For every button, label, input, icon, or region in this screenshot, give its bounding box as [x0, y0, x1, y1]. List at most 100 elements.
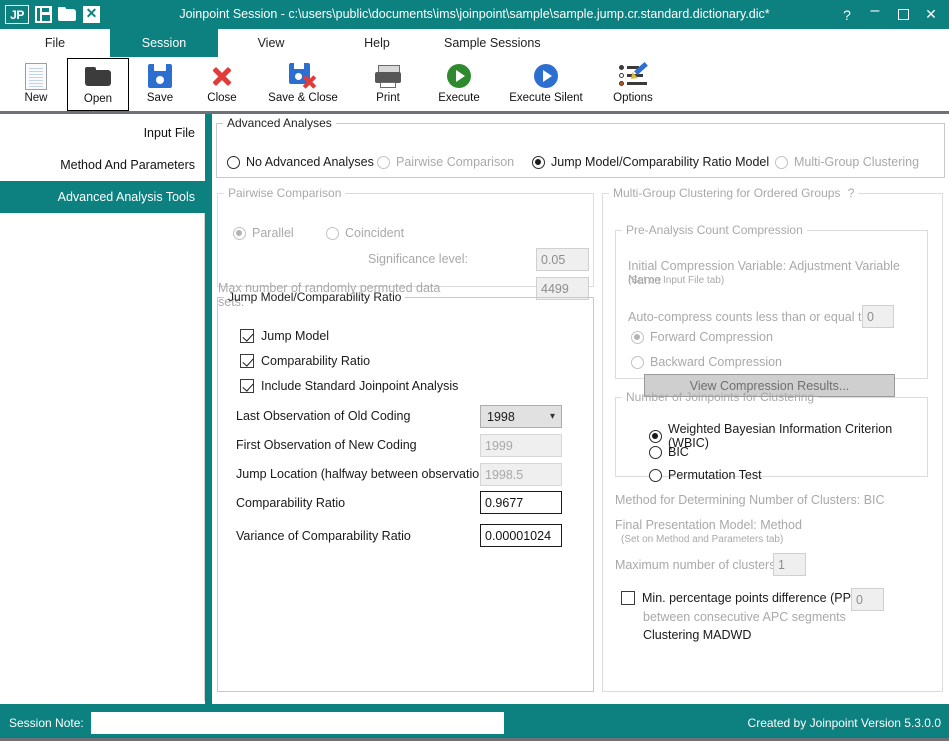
- sidebar-item-advanced-analysis-tools[interactable]: Advanced Analysis Tools: [0, 181, 205, 213]
- radio-jump-model-comparability-ratio-model[interactable]: Jump Model/Comparability Ratio Model: [532, 155, 775, 169]
- last-observation-old-coding-dropdown[interactable]: 1998 ▾: [480, 405, 562, 428]
- toolbar-button-execute-silent[interactable]: Execute Silent: [495, 58, 597, 111]
- open-folder-icon[interactable]: [58, 5, 77, 24]
- maximum-clusters-label: Maximum number of clusters:: [615, 558, 779, 572]
- help-icon[interactable]: ?: [833, 0, 861, 29]
- menu-item-help[interactable]: Help: [324, 29, 430, 57]
- radio-indicator: [227, 155, 240, 169]
- play-green-icon: [447, 60, 471, 92]
- radio-wbic[interactable]: Weighted Bayesian Information Criterion …: [649, 422, 927, 450]
- variance-comparability-ratio-label: Variance of Comparability Ratio: [236, 529, 411, 543]
- minimize-button[interactable]: –: [861, 0, 889, 29]
- last-observation-old-coding-label: Last Observation of Old Coding: [236, 409, 411, 423]
- maximum-clusters-input[interactable]: [773, 553, 806, 576]
- close-document-icon[interactable]: [82, 4, 101, 24]
- menu-item-file[interactable]: File: [0, 29, 110, 57]
- toolbar-label-close: Close: [207, 92, 237, 104]
- close-button[interactable]: ✕: [917, 0, 945, 29]
- menu-bar: File Session View Help Sample Sessions: [0, 29, 949, 58]
- version-text: Created by Joinpoint Version 5.3.0.0: [747, 715, 941, 730]
- ppd-value-input[interactable]: [851, 588, 884, 611]
- toolbar-button-new[interactable]: New: [5, 58, 67, 111]
- toolbar-button-save-and-close[interactable]: Save & Close: [253, 58, 353, 111]
- radio-backward-compression[interactable]: Backward Compression: [631, 355, 782, 369]
- checkbox-jump-model[interactable]: Jump Model: [240, 329, 329, 343]
- checkbox-include-standard-joinpoint-analysis[interactable]: Include Standard Joinpoint Analysis: [240, 379, 458, 393]
- pairwise-comparison-legend: Pairwise Comparison: [228, 186, 342, 200]
- radio-parallel[interactable]: Parallel: [233, 226, 294, 240]
- radio-indicator: [649, 445, 662, 459]
- pre-analysis-count-compression-group: Pre-Analysis Count Compression Initial C…: [615, 223, 928, 397]
- status-bar: Session Note: Created by Joinpoint Versi…: [0, 704, 949, 741]
- radio-indicator: [649, 429, 662, 443]
- first-observation-new-coding-input[interactable]: [480, 434, 562, 457]
- toolbar-button-save[interactable]: Save: [129, 58, 191, 111]
- open-folder-icon: [84, 61, 112, 93]
- number-of-joinpoints-group: Number of Joinpoints for Clustering Weig…: [615, 390, 928, 482]
- title-bar: JP Joinpoint Session - c:\users\public\d…: [0, 0, 949, 29]
- radio-indicator: [233, 226, 246, 240]
- toolbar-label-open: Open: [83, 93, 113, 105]
- variance-comparability-ratio-input[interactable]: [480, 524, 562, 547]
- advanced-analyses-legend: Advanced Analyses: [227, 116, 332, 130]
- radio-coincident[interactable]: Coincident: [326, 226, 404, 240]
- toolbar-button-close[interactable]: Close: [191, 58, 253, 111]
- save-and-close-icon: [289, 60, 317, 92]
- checkbox-min-ppd[interactable]: Min. percentage points difference (PPD): [621, 591, 864, 605]
- menu-item-view[interactable]: View: [218, 29, 324, 57]
- checkbox-comparability-ratio[interactable]: Comparability Ratio: [240, 354, 370, 368]
- jump-location-label: Jump Location (halfway between observati…: [236, 467, 497, 481]
- sidebar-item-method-and-parameters[interactable]: Method And Parameters: [0, 149, 205, 181]
- save-floppy-icon: [148, 60, 172, 92]
- radio-indicator: [532, 155, 545, 169]
- toolbar-label-execute: Execute: [438, 92, 480, 104]
- method-for-clusters-label: Method for Determining Number of Cluster…: [615, 493, 885, 507]
- checkbox-label: Min. percentage points difference (PPD): [642, 591, 865, 605]
- printer-icon: [375, 60, 401, 92]
- radio-pairwise-comparison[interactable]: Pairwise Comparison: [377, 155, 532, 169]
- radio-indicator: [326, 226, 339, 240]
- window-controls: ? – ✕: [833, 0, 945, 29]
- new-document-icon: [25, 60, 47, 92]
- comparability-ratio-input[interactable]: [480, 491, 562, 514]
- toolbar-button-open[interactable]: Open: [67, 58, 129, 111]
- menu-item-sample-sessions[interactable]: Sample Sessions: [430, 29, 555, 57]
- toolbar-button-execute[interactable]: Execute: [423, 58, 495, 111]
- toolbar-label-save: Save: [146, 92, 174, 104]
- radio-no-advanced-analyses[interactable]: No Advanced Analyses: [227, 155, 377, 169]
- checkbox-indicator: [240, 354, 254, 368]
- clustering-help-icon[interactable]: ?: [848, 186, 855, 200]
- jump-location-input[interactable]: [480, 463, 562, 486]
- toolbar-label-save-and-close: Save & Close: [268, 92, 338, 104]
- radio-multi-group-clustering[interactable]: Multi-Group Clustering: [775, 155, 919, 169]
- sidebar-item-label: Input File: [143, 126, 195, 140]
- menu-item-session[interactable]: Session: [110, 29, 218, 57]
- session-note-input[interactable]: [90, 711, 504, 734]
- radio-label: Permutation Test: [668, 468, 762, 482]
- radio-permutation-test[interactable]: Permutation Test: [649, 468, 762, 482]
- maximize-button[interactable]: [889, 0, 917, 29]
- significance-level-input[interactable]: [536, 248, 589, 271]
- save-icon[interactable]: [34, 5, 53, 24]
- session-note-label: Session Note:: [9, 715, 84, 730]
- sidebar-item-input-file[interactable]: Input File: [0, 117, 205, 149]
- joinpoints-legend: Number of Joinpoints for Clustering: [626, 390, 815, 404]
- radio-label: Multi-Group Clustering: [794, 155, 920, 169]
- radio-label: No Advanced Analyses: [246, 155, 374, 169]
- compression-legend: Pre-Analysis Count Compression: [626, 223, 803, 237]
- clustering-legend-text: Multi-Group Clustering for Ordered Group…: [613, 186, 841, 200]
- radio-bic[interactable]: BIC: [649, 445, 689, 459]
- toolbar-button-options[interactable]: Options: [597, 58, 669, 111]
- first-observation-new-coding-label: First Observation of New Coding: [236, 438, 417, 452]
- checkbox-indicator: [240, 329, 254, 343]
- toolbar-button-print[interactable]: Print: [353, 58, 423, 111]
- auto-compress-input[interactable]: [862, 305, 894, 328]
- radio-forward-compression[interactable]: Forward Compression: [631, 330, 773, 344]
- radio-label: Pairwise Comparison: [396, 155, 515, 169]
- sidebar-item-label: Method And Parameters: [60, 158, 195, 172]
- clustering-madwd-label: Clustering MADWD: [643, 628, 752, 642]
- final-presentation-model-note: (Set on Method and Parameters tab): [621, 534, 784, 545]
- jp-logo-icon: JP: [5, 5, 29, 24]
- dropdown-value: 1998: [487, 409, 515, 424]
- multi-group-clustering-group: Multi-Group Clustering for Ordered Group…: [602, 186, 943, 692]
